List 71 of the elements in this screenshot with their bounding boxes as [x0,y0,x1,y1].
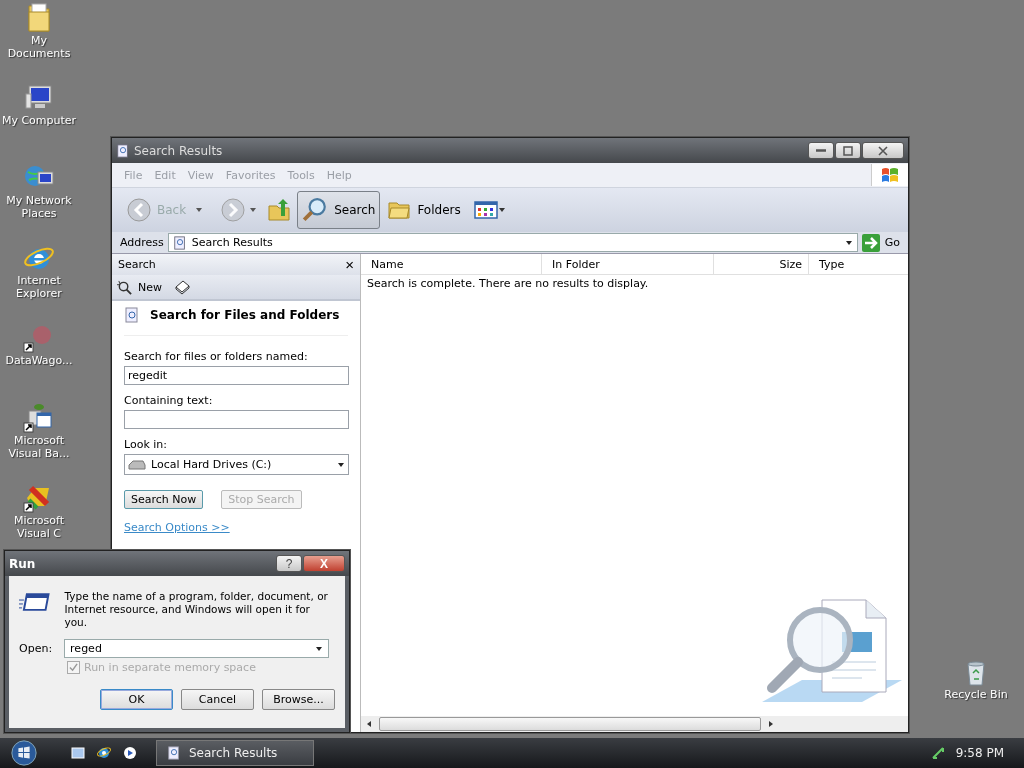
book-icon[interactable] [174,279,190,295]
search-icon [302,197,329,223]
containing-text-field[interactable] [124,410,349,429]
document-search-icon [116,143,130,158]
search-options-link[interactable]: Search Options >> [124,521,348,534]
column-header[interactable]: Type [809,254,908,274]
address-label: Address [120,236,164,249]
minimize-button[interactable] [808,142,834,159]
address-field[interactable]: Search Results [167,233,858,252]
help-button[interactable]: ? [276,555,302,572]
search-icon [117,279,132,295]
close-button[interactable] [862,142,904,159]
column-header[interactable]: In Folder [542,254,714,274]
maximize-icon [843,145,853,156]
drive-icon [128,458,146,471]
desktop-icon-label[interactable]: Microsoft Visual Ba... [1,434,77,460]
file-name-field[interactable]: regedit [124,366,349,385]
go-button[interactable]: Go [861,233,906,252]
scroll-left-icon[interactable] [365,720,373,728]
clock[interactable]: 9:58 PM [955,746,1004,760]
document-search-icon [124,307,140,323]
run-program-icon [19,590,51,614]
desktop-shortcut-icon[interactable] [70,745,86,761]
pane-title: Search [118,258,156,271]
open-label: Open: [19,642,53,655]
window-title: Search Results [134,143,223,158]
ok-button[interactable]: OK [100,689,173,710]
field-label: Look in: [124,438,168,451]
document-search-icon [167,746,181,760]
windows-flag-logo [871,164,908,186]
instructions-text: Type the name of a program, folder, document, or Internet resource, and Windows will open it for you. [64,590,329,629]
dropdown-arrow-icon[interactable] [315,644,324,653]
look-in-dropdown[interactable]: Local Hard Drives (C:) [124,454,349,475]
search-now-button[interactable]: Search Now [124,490,204,509]
column-header[interactable]: Name [361,254,542,274]
desktop-icon-label[interactable]: My Computer [1,114,77,127]
close-icon [878,145,888,156]
dialog-title: Run [9,556,36,571]
minimize-icon [816,149,826,152]
browser-icon[interactable] [96,745,112,761]
media-player-icon[interactable] [122,745,138,761]
taskbar-button[interactable]: Search Results [156,740,314,766]
desktop-icon-label[interactable]: My Documents [1,34,77,60]
desktop-icon-label[interactable]: My Network Places [1,194,77,220]
horizontal-scrollbar[interactable] [361,716,908,732]
app-shortcut-icon[interactable] [23,402,55,434]
column-header[interactable]: Size [714,254,809,274]
start-button[interactable] [10,739,38,767]
close-pane-button[interactable]: × [345,257,354,272]
checkbox-label: Run in separate memory space [84,661,256,674]
dropdown-arrow-icon[interactable] [337,460,345,469]
folders-button[interactable]: Folders [382,191,466,229]
open-field[interactable]: reged [64,639,330,658]
dropdown-arrow-icon[interactable] [844,238,853,247]
search-button[interactable]: Search [297,191,381,229]
desktop-icon-label[interactable]: Microsoft Visual C [1,514,77,540]
desktop-icon-label[interactable]: DataWago... [5,354,73,367]
scroll-right-icon[interactable] [767,720,775,728]
cancel-button[interactable]: Cancel [181,689,254,710]
views-icon[interactable] [473,200,506,220]
document-search-icon [172,235,187,250]
maximize-button[interactable] [835,142,861,159]
browse-button[interactable]: Browse... [262,689,335,710]
field-label: Containing text: [124,394,214,407]
pane-heading: Search for Files and Folders [150,308,340,322]
new-search-button[interactable]: New [117,279,162,295]
desktop-icon-label[interactable]: Internet Explorer [1,274,77,300]
field-label: Search for files or folders named: [124,350,309,363]
folder-up-icon[interactable] [267,198,292,222]
status-message: Search is complete. There are no results to display. [366,276,650,292]
desktop-icon-label[interactable]: Recycle Bin [944,688,1008,701]
